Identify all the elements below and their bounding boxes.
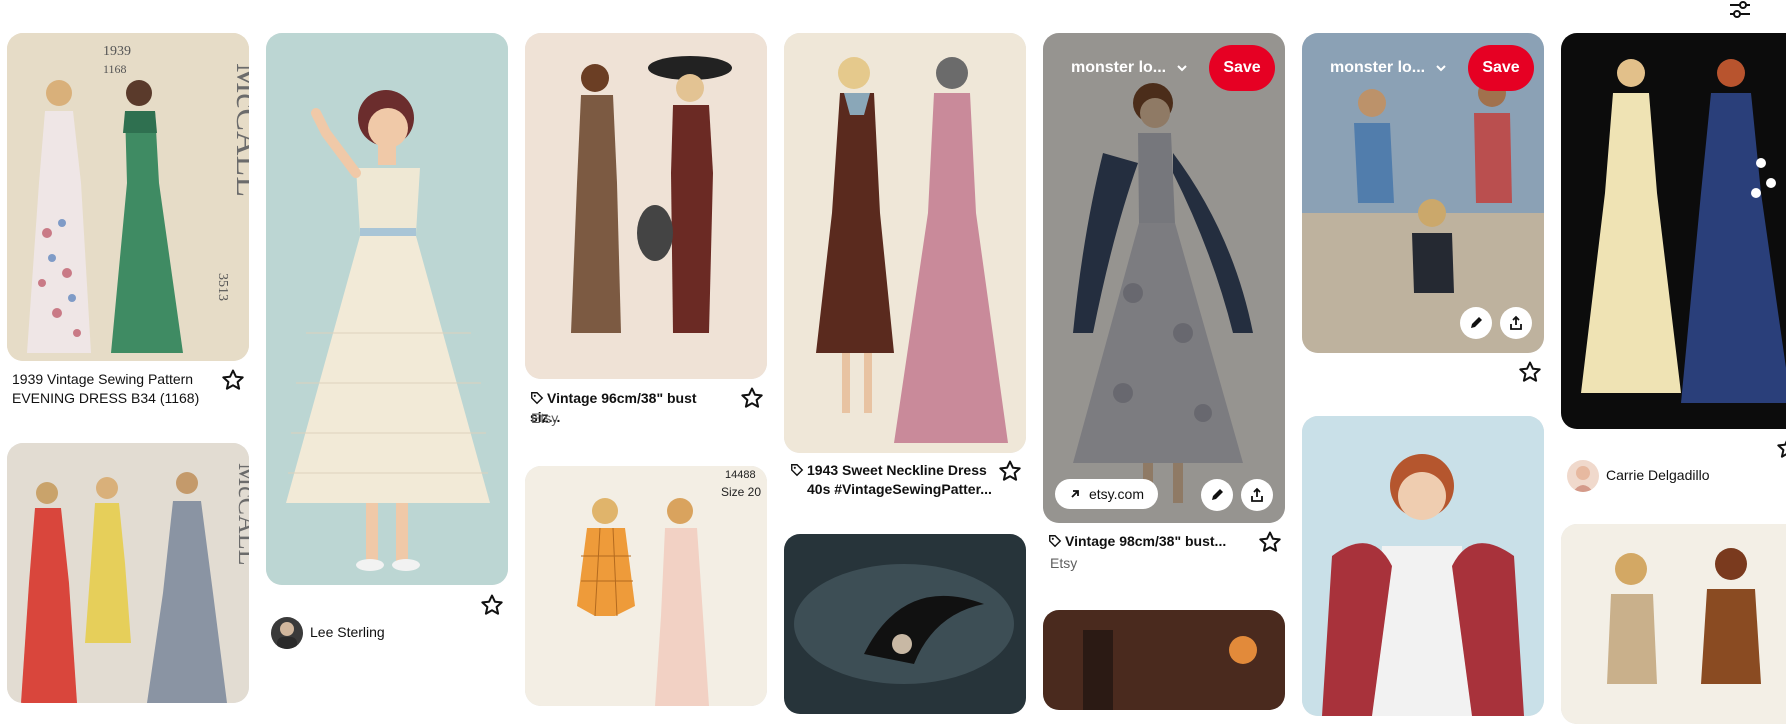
chevron-down-icon: [1435, 62, 1447, 74]
pin-source: Etsy: [531, 410, 559, 426]
avatar[interactable]: [271, 617, 303, 649]
pin-image-beach-swimsuits[interactable]: monster lo... Save: [1302, 33, 1544, 353]
star-icon[interactable]: [740, 386, 764, 410]
pin-author-name[interactable]: Carrie Delgadillo: [1606, 467, 1710, 483]
avatar[interactable]: [1567, 460, 1599, 492]
pin-image-playsuit-pattern[interactable]: 14488 Size 20: [525, 466, 767, 706]
pin-hover-overlay: [1043, 33, 1285, 523]
board-selector[interactable]: monster lo...: [1330, 59, 1447, 77]
pin-source: Etsy: [1050, 555, 1078, 571]
tag-icon: [1048, 533, 1065, 549]
sliders-icon[interactable]: [1728, 0, 1752, 20]
pencil-icon: [1212, 489, 1223, 500]
pin-image-1943-dresses[interactable]: [784, 33, 1026, 453]
star-icon[interactable]: [480, 593, 504, 617]
share-button[interactable]: [1500, 307, 1532, 339]
source-link-button[interactable]: etsy.com: [1055, 479, 1158, 509]
pin-image-black-bg-dresses[interactable]: [1561, 33, 1786, 429]
pin-image-dark-painting[interactable]: [784, 534, 1026, 714]
pin-caption-4[interactable]: 1943 Sweet Neckline Dress 40s #VintageSe…: [790, 461, 1005, 499]
pin-caption-5[interactable]: Vintage 98cm/38" bust...: [1048, 532, 1248, 551]
svg-text:14488: 14488: [725, 469, 756, 481]
share-icon: [1510, 315, 1522, 330]
tag-icon: [530, 390, 547, 406]
pencil-icon: [1471, 317, 1482, 328]
pin-image-mccall-evening-dress[interactable]: McCALL 1939 1168 3513: [7, 33, 249, 361]
star-icon[interactable]: [1776, 436, 1786, 460]
pin-image-halter-dress[interactable]: monster lo... Save etsy.com: [1043, 33, 1285, 523]
star-icon[interactable]: [998, 459, 1022, 483]
save-button[interactable]: Save: [1209, 45, 1275, 91]
svg-text:Size 20: Size 20: [721, 485, 761, 499]
star-icon[interactable]: [221, 368, 245, 392]
share-icon: [1251, 487, 1263, 502]
star-icon[interactable]: [1518, 360, 1542, 384]
pin-image-mccall-jumper-dresses[interactable]: McCALL: [7, 443, 249, 703]
pin-image-cream-dress[interactable]: [266, 33, 508, 585]
svg-text:McCALL: McCALL: [233, 463, 249, 566]
pin-image-blouse-pattern[interactable]: [1561, 524, 1786, 724]
pin-image-red-shawl-portrait[interactable]: [1302, 416, 1544, 716]
edit-button[interactable]: [1201, 479, 1233, 511]
share-button[interactable]: [1241, 479, 1273, 511]
svg-text:1168: 1168: [103, 62, 127, 76]
arrow-up-right-icon: [1069, 488, 1081, 500]
pin-image-castle-painting[interactable]: [1043, 610, 1285, 710]
tag-icon: [790, 462, 807, 478]
svg-text:3513: 3513: [215, 273, 230, 301]
pin-author-name[interactable]: Lee Sterling: [310, 624, 385, 640]
svg-text:1939: 1939: [103, 44, 131, 59]
chevron-down-icon: [1176, 62, 1188, 74]
board-selector[interactable]: monster lo...: [1071, 59, 1188, 77]
pin-image-two-1940s-dresses[interactable]: [525, 33, 767, 379]
star-icon[interactable]: [1258, 530, 1282, 554]
save-button[interactable]: Save: [1468, 45, 1534, 91]
pattern-logo-text: McCALL: [229, 63, 249, 197]
edit-button[interactable]: [1460, 307, 1492, 339]
pin-caption-3[interactable]: Vintage 96cm/38" bust siz...: [530, 389, 730, 427]
pin-caption-1[interactable]: 1939 Vintage Sewing Pattern EVENING DRES…: [12, 370, 222, 408]
